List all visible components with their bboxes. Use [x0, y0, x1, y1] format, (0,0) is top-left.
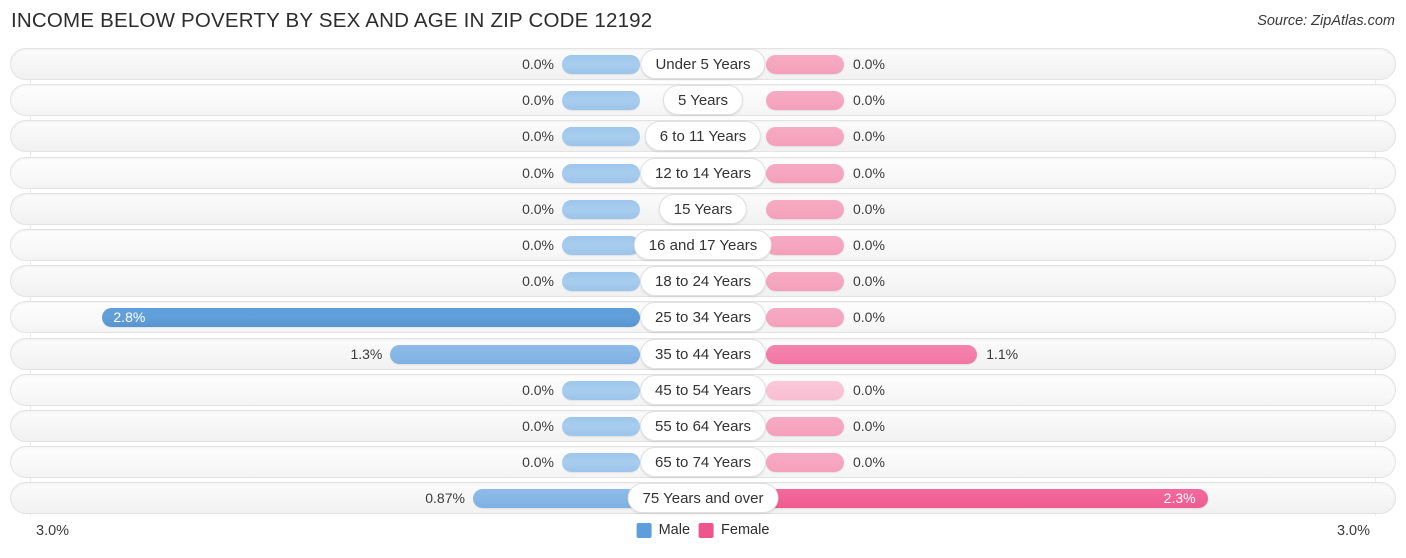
value-label-male: 0.0% [522, 200, 554, 217]
table-row[interactable]: 0.0% 0.0% 18 to 24 Years [0, 263, 1406, 299]
value-label-female: 0.0% [853, 309, 885, 326]
value-label-female: 0.0% [853, 273, 885, 290]
value-label-male: 0.0% [522, 128, 554, 145]
bar-female[interactable] [766, 453, 844, 473]
bar-male[interactable] [472, 489, 640, 509]
value-label-female: 0.0% [853, 200, 885, 217]
bar-male[interactable] [102, 308, 640, 328]
category-label[interactable]: 35 to 44 Years [640, 338, 766, 369]
value-label-male: 0.0% [522, 56, 554, 72]
legend-label-female: Female [721, 522, 770, 538]
table-row[interactable]: 0.0% 0.0% 12 to 14 Years [0, 155, 1406, 191]
value-label-female: 0.0% [853, 236, 885, 253]
bar-male[interactable] [562, 91, 640, 111]
legend-item-male[interactable]: Male [636, 522, 691, 538]
bar-female[interactable] [766, 235, 844, 255]
table-row[interactable]: 0.0% 0.0% 65 to 74 Years [0, 444, 1406, 480]
value-label-female: 0.0% [853, 164, 885, 181]
category-label[interactable]: 16 and 17 Years [633, 229, 773, 260]
bar-female[interactable] [766, 163, 844, 183]
bar-female[interactable] [766, 344, 978, 364]
bar-female[interactable] [766, 91, 844, 111]
axis-label-right: 3.0% [1336, 523, 1370, 539]
category-label[interactable]: 15 Years [658, 193, 748, 224]
table-row[interactable]: 0.87% 2.3% 75 Years and over [0, 480, 1406, 516]
value-label-male: 2.8% [113, 309, 146, 326]
table-row[interactable]: 0.0% 0.0% 55 to 64 Years [0, 408, 1406, 444]
bar-female[interactable] [766, 416, 844, 436]
category-label[interactable]: 5 Years [662, 85, 744, 116]
value-label-female: 2.3% [1163, 490, 1196, 507]
table-row[interactable]: 2.8% 0.0% 25 to 34 Years [0, 299, 1406, 335]
value-label-male: 0.0% [522, 381, 554, 398]
value-label-male: 0.0% [522, 92, 554, 109]
bar-male[interactable] [562, 163, 640, 183]
bar-female[interactable] [766, 272, 844, 292]
chart-plot-area: 0.0% 0.0% Under 5 Years 0.0% 0.0% 5 Years 0.0%… [0, 46, 1406, 516]
table-row[interactable]: 0.0% 0.0% Under 5 Years [0, 46, 1406, 82]
bar-male[interactable] [562, 235, 640, 255]
value-label-male: 0.0% [522, 236, 554, 253]
value-label-female: 0.0% [853, 381, 885, 398]
legend-item-female[interactable]: Female [699, 522, 769, 538]
value-label-female: 0.0% [853, 454, 885, 471]
bar-male[interactable] [562, 380, 640, 400]
bar-male[interactable] [562, 55, 640, 74]
source-attribution: Source: ZipAtlas.com [1257, 13, 1395, 29]
category-label[interactable]: 18 to 24 Years [640, 266, 766, 297]
category-label[interactable]: 75 Years and over [627, 483, 779, 514]
bar-female[interactable] [766, 127, 844, 147]
bar-female[interactable] [766, 199, 844, 219]
axis-label-left: 3.0% [36, 523, 70, 539]
value-label-male: 0.0% [522, 454, 554, 471]
value-label-female: 1.1% [986, 345, 1019, 362]
legend-swatch-male-icon [636, 522, 652, 538]
category-label[interactable]: Under 5 Years [640, 49, 766, 79]
table-row[interactable]: 0.0% 0.0% 16 and 17 Years [0, 227, 1406, 263]
bar-male[interactable] [562, 127, 640, 147]
page-title: INCOME BELOW POVERTY BY SEX AND AGE IN Z… [11, 9, 653, 32]
bar-male[interactable] [562, 416, 640, 436]
chart-footer: 3.0% Male Female 3.0% [0, 518, 1406, 558]
legend-swatch-female-icon [699, 522, 715, 538]
category-label[interactable]: 65 to 74 Years [640, 447, 766, 478]
value-label-male: 0.0% [522, 273, 554, 290]
table-row[interactable]: 0.0% 0.0% 45 to 54 Years [0, 372, 1406, 408]
category-label[interactable]: 55 to 64 Years [640, 410, 766, 441]
value-label-male: 1.3% [350, 345, 383, 362]
bar-rows-container: 0.0% 0.0% Under 5 Years 0.0% 0.0% 5 Years 0.0%… [0, 46, 1406, 516]
table-row[interactable]: 0.0% 0.0% 15 Years [0, 191, 1406, 227]
value-label-male: 0.0% [522, 164, 554, 181]
bar-female[interactable] [766, 489, 1208, 509]
table-row[interactable]: 0.0% 0.0% 6 to 11 Years [0, 118, 1406, 154]
value-label-female: 0.0% [853, 56, 885, 72]
table-row[interactable]: 0.0% 0.0% 5 Years [0, 82, 1406, 118]
bar-male[interactable] [390, 344, 640, 364]
table-row[interactable]: 1.3% 1.1% 35 to 44 Years [0, 336, 1406, 372]
legend-label-male: Male [658, 522, 691, 538]
chart-page: INCOME BELOW POVERTY BY SEX AND AGE IN Z… [0, 0, 1406, 558]
category-label[interactable]: 45 to 54 Years [640, 374, 766, 405]
value-label-female: 0.0% [853, 92, 885, 109]
chart-legend: Male Female [636, 522, 769, 538]
chart-header: INCOME BELOW POVERTY BY SEX AND AGE IN Z… [0, 0, 1406, 44]
bar-female[interactable] [766, 380, 844, 400]
bar-female[interactable] [766, 55, 844, 74]
bar-male[interactable] [562, 199, 640, 219]
value-label-female: 0.0% [853, 417, 885, 434]
bar-male[interactable] [562, 453, 640, 473]
category-label[interactable]: 12 to 14 Years [640, 157, 766, 188]
category-label[interactable]: 6 to 11 Years [644, 121, 762, 152]
bar-female[interactable] [766, 308, 844, 328]
value-label-male: 0.87% [425, 490, 465, 507]
value-label-female: 0.0% [853, 128, 885, 145]
bar-male[interactable] [562, 272, 640, 292]
value-label-male: 0.0% [522, 417, 554, 434]
category-label[interactable]: 25 to 34 Years [640, 302, 766, 333]
